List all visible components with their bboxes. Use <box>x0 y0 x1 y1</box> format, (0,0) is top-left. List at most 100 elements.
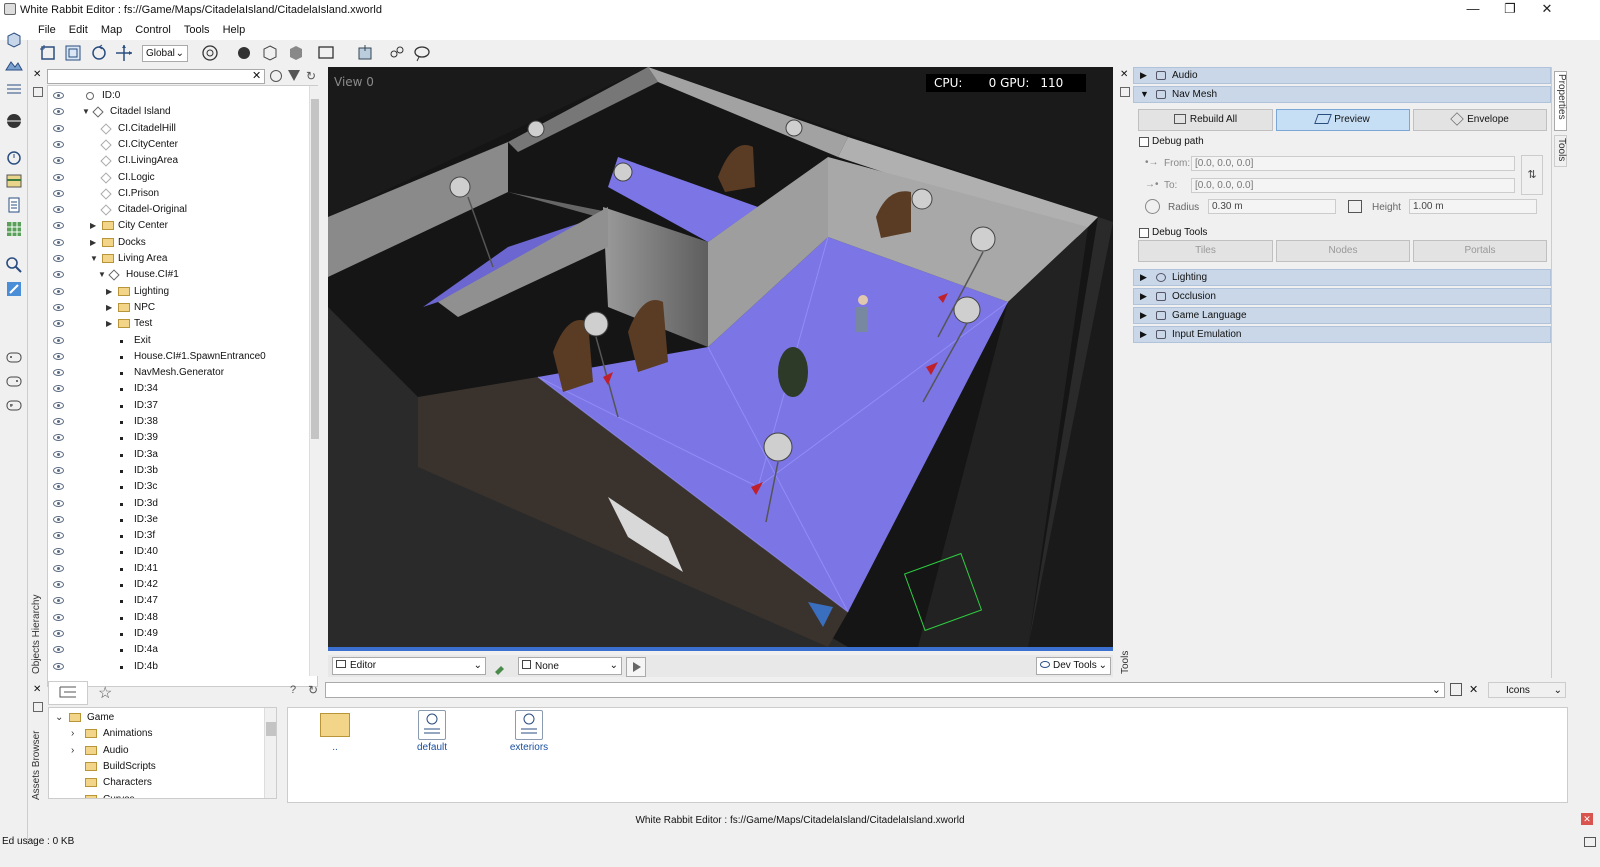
visibility-eye-icon[interactable] <box>53 515 64 523</box>
visibility-eye-icon[interactable] <box>53 173 64 181</box>
assets-path-input[interactable]: ⌄ <box>325 682 1445 698</box>
visibility-eye-icon[interactable] <box>53 564 64 572</box>
hierarchy-row[interactable]: ▶ Lighting <box>48 284 310 300</box>
hierarchy-row[interactable]: CI.Logic <box>48 170 310 186</box>
hierarchy-row[interactable]: ▶ City Center <box>48 218 310 234</box>
expand-arrow-icon[interactable]: ▶ <box>90 218 96 234</box>
stopwatch-icon[interactable] <box>5 148 23 166</box>
visibility-eye-icon[interactable] <box>53 92 64 99</box>
visibility-eye-icon[interactable] <box>53 483 64 491</box>
visibility-eye-icon[interactable] <box>53 189 64 197</box>
globe-icon[interactable] <box>5 112 23 130</box>
hierarchy-scrollbar[interactable] <box>309 86 319 676</box>
hierarchy-row[interactable]: ▶ Docks <box>48 235 310 251</box>
visibility-eye-icon[interactable] <box>53 352 64 360</box>
hierarchy-row[interactable]: House.CI#1.SpawnEntrance0 <box>48 349 310 365</box>
visibility-eye-icon[interactable] <box>53 613 64 621</box>
menu-map[interactable]: Map <box>96 20 127 40</box>
hierarchy-row[interactable]: ID:3c <box>48 479 310 495</box>
rebuild-all-button[interactable]: Rebuild All <box>1138 109 1273 131</box>
assets-refresh-icon[interactable]: ↻ <box>308 683 318 697</box>
frame-view-icon[interactable] <box>316 43 336 63</box>
transform-space-select[interactable]: Global ⌄ <box>142 45 188 62</box>
hierarchy-row[interactable]: CI.CityCenter <box>48 137 310 153</box>
visibility-eye-icon[interactable] <box>53 385 64 393</box>
error-icon[interactable]: ✕ <box>1581 813 1593 825</box>
collapse-arrow-icon[interactable]: ▼ <box>98 267 106 283</box>
close-properties-icon[interactable]: ✕ <box>1120 69 1128 80</box>
asset-item-label[interactable]: default <box>405 742 459 753</box>
tab-tools[interactable]: Tools <box>1554 135 1567 167</box>
preview-button[interactable]: Preview <box>1276 109 1410 131</box>
visibility-eye-icon[interactable] <box>53 124 64 132</box>
move-tool-icon[interactable] <box>114 43 134 63</box>
assets-tree-scrollbar[interactable] <box>264 708 276 798</box>
hierarchy-row[interactable]: ▼ House.CI#1 <box>48 267 310 283</box>
asset-item-label[interactable]: exteriors <box>502 742 556 753</box>
hierarchy-row[interactable]: ID:3f <box>48 528 310 544</box>
visibility-eye-icon[interactable] <box>53 418 64 425</box>
visibility-eye-icon[interactable] <box>53 466 64 474</box>
scale-tool-icon[interactable] <box>63 43 83 63</box>
asset-tree-row[interactable]: Curves <box>49 792 264 798</box>
nodes-button[interactable]: Nodes <box>1276 240 1410 262</box>
cube-wire-icon[interactable] <box>260 43 280 63</box>
menu-edit[interactable]: Edit <box>64 20 93 40</box>
hierarchy-row[interactable]: ▶ Test <box>48 316 310 332</box>
float-panel-icon[interactable] <box>33 87 43 97</box>
hierarchy-row[interactable]: ID:3a <box>48 447 310 463</box>
visibility-eye-icon[interactable] <box>53 238 64 246</box>
visibility-eye-icon[interactable] <box>53 548 64 556</box>
game-mode-icon[interactable] <box>355 43 375 63</box>
maximize-button[interactable]: ❐ <box>1493 0 1527 20</box>
close-assets-icon[interactable]: ✕ <box>33 684 41 695</box>
section-game-language[interactable]: ▶ Game Language <box>1133 307 1551 324</box>
visibility-eye-icon[interactable] <box>53 140 64 148</box>
visibility-eye-icon[interactable] <box>53 336 64 344</box>
minimize-button[interactable]: — <box>1456 0 1490 20</box>
collapse-arrow-icon[interactable]: ⌄ <box>55 710 63 726</box>
hierarchy-row[interactable]: ID:37 <box>48 398 310 414</box>
close-window-button[interactable]: ✕ <box>1530 0 1564 20</box>
profiler-icon[interactable] <box>5 172 23 190</box>
visibility-eye-icon[interactable] <box>53 108 64 116</box>
visibility-eye-icon[interactable] <box>53 532 64 540</box>
hierarchy-row[interactable]: Exit <box>48 333 310 349</box>
hierarchy-row[interactable]: ID:3b <box>48 463 310 479</box>
hierarchy-row[interactable]: ID:49 <box>48 626 310 642</box>
expand-arrow-icon[interactable]: ▶ <box>90 235 96 251</box>
clear-search-icon[interactable]: ✕ <box>252 69 261 82</box>
hierarchy-row[interactable]: ▶ NPC <box>48 300 310 316</box>
expand-arrow-icon[interactable]: ▶ <box>106 284 112 300</box>
hierarchy-row[interactable]: CI.Prison <box>48 186 310 202</box>
refresh-icon[interactable]: ↻ <box>306 69 316 83</box>
asset-tree-row[interactable]: › Animations <box>49 726 264 742</box>
visibility-eye-icon[interactable] <box>53 255 64 262</box>
terrain-icon[interactable] <box>5 55 23 73</box>
asset-tree-row[interactable]: Characters <box>49 775 264 791</box>
cube-solid-icon[interactable] <box>286 43 306 63</box>
visibility-eye-icon[interactable] <box>53 287 64 295</box>
hierarchy-search-input[interactable] <box>47 69 265 84</box>
assets-clear-icon[interactable]: ✕ <box>1469 683 1478 696</box>
filter-select[interactable]: None ⌄ <box>518 657 622 675</box>
hierarchy-row[interactable]: ID:40 <box>48 544 310 560</box>
tab-properties[interactable]: Properties <box>1554 71 1567 131</box>
hierarchy-row[interactable]: ID:4a <box>48 642 310 658</box>
hierarchy-row[interactable]: ID:38 <box>48 414 310 430</box>
favorites-star-icon[interactable]: ☆ <box>98 683 112 703</box>
expand-arrow-icon[interactable]: › <box>71 726 74 742</box>
to-field[interactable]: [0.0, 0.0, 0.0] <box>1191 178 1515 193</box>
asset-item-label[interactable]: .. <box>308 742 362 753</box>
world-file-icon[interactable] <box>418 710 446 740</box>
assets-tree-scroll-thumb[interactable] <box>266 722 276 736</box>
from-field[interactable]: [0.0, 0.0, 0.0] <box>1191 156 1515 171</box>
height-field[interactable]: 1.00 m <box>1409 199 1537 214</box>
3d-viewport[interactable]: View 0 CPU: 0 GPU: 110 <box>328 67 1113 647</box>
section-occlusion[interactable]: ▶ Occlusion <box>1133 288 1551 305</box>
asset-tree-row[interactable]: › Audio <box>49 743 264 759</box>
menu-help[interactable]: Help <box>218 20 251 40</box>
play-icon[interactable] <box>626 657 646 677</box>
hierarchy-row[interactable]: ▼ Living Area <box>48 251 310 267</box>
expand-arrow-icon[interactable]: ▶ <box>106 300 112 316</box>
